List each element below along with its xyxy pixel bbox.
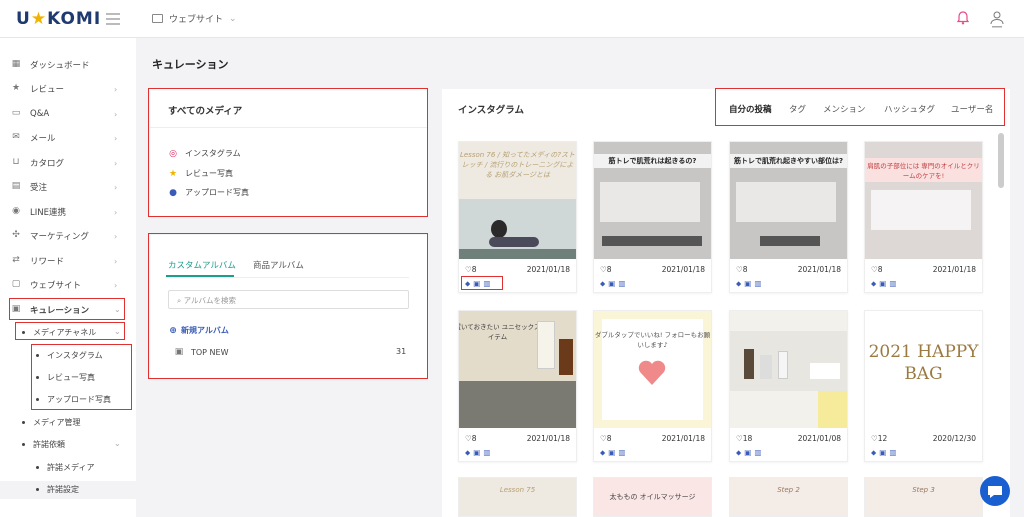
post-actions[interactable]: ⬥▣▥	[871, 448, 899, 458]
post-image: 肩肌の子部位には 専門のオイルとクリームのケアを!	[865, 142, 982, 259]
logo[interactable]: U★KOMI	[16, 9, 101, 29]
sidebar-item-dashboard[interactable]: ▦ ダッシュボード	[10, 59, 90, 71]
highlight-box	[148, 88, 428, 217]
scrollbar[interactable]	[998, 133, 1004, 188]
line-icon: ◉	[12, 206, 20, 216]
post-actions[interactable]: ⬥▣▥	[465, 448, 493, 458]
mail-icon: ✉	[12, 132, 20, 142]
sidebar-sub-permitted-media[interactable]: 許諾メディア	[36, 462, 94, 473]
instagram-panel-title: インスタグラム	[458, 105, 525, 116]
post-card[interactable]: 太ももの オイルマッサージ	[593, 477, 712, 517]
heart-icon	[638, 360, 666, 385]
chevron-right-icon: ›	[114, 208, 118, 217]
highlight-box	[31, 344, 132, 410]
post-actions[interactable]: ⬥▣▥	[600, 279, 628, 289]
highlight-box	[148, 233, 428, 379]
chevron-down-icon: ⌄	[114, 439, 121, 448]
sidebar-item-marketing[interactable]: ✣ マーケティング	[10, 230, 89, 242]
post-card[interactable]: 家に置いておきたい ユニセックスなアイテム ♡8 2021/01/18 ⬥▣▥	[458, 310, 577, 462]
star-icon: ★	[11, 83, 21, 93]
chevron-right-icon: ›	[114, 281, 118, 290]
sidebar-item-orders[interactable]: ▤ 受注	[10, 181, 47, 193]
yoga-photo	[459, 199, 576, 259]
post-card[interactable]: ♡18 2021/01/08 ⬥▣▥	[729, 310, 848, 462]
menu-toggle-icon[interactable]	[106, 13, 120, 25]
sidebar-sub-media-manage[interactable]: メディア管理	[22, 417, 80, 428]
order-icon: ▤	[11, 181, 21, 191]
post-image: ダブルタップでいいね! フォローもお願いします♪	[594, 311, 711, 428]
chevron-right-icon: ›	[114, 159, 118, 168]
post-card[interactable]: 筋トレで肌荒れ起きやすい部位は? ♡8 2021/01/18 ⬥▣▥	[729, 141, 848, 293]
chat-support-button[interactable]	[980, 476, 1010, 506]
site-selector[interactable]: ウェブサイト ⌄	[152, 12, 237, 25]
chevron-down-icon: ⌄	[229, 13, 237, 24]
dashboard-icon: ▦	[11, 59, 21, 69]
post-card[interactable]: Lesson 76 / 知ってたメディの?ストレッチ / 流行りのトレーニングに…	[458, 141, 577, 293]
post-image: 筋トレで肌荒れは起きるの?	[594, 142, 711, 259]
post-actions[interactable]: ⬥▣▥	[871, 279, 899, 289]
user-menu-icon[interactable]	[988, 9, 1006, 29]
website-icon	[152, 14, 163, 23]
post-card[interactable]: 肩肌の子部位には 専門のオイルとクリームのケアを! ♡8 2021/01/18 …	[864, 141, 983, 293]
chevron-right-icon: ›	[114, 134, 118, 143]
post-card[interactable]: Step 2	[729, 477, 848, 517]
sidebar-item-catalog[interactable]: ⊔ カタログ	[10, 157, 64, 169]
sidebar-item-website[interactable]: ▢ ウェブサイト	[10, 279, 81, 291]
cart-icon: ⊔	[12, 157, 20, 167]
post-image: 筋トレで肌荒れ起きやすい部位は?	[730, 142, 847, 259]
post-card[interactable]: 2021 HAPPY BAG ♡12 2020/12/30 ⬥▣▥	[864, 310, 983, 462]
post-actions[interactable]: ⬥▣▥	[736, 448, 764, 458]
chevron-right-icon: ›	[114, 110, 118, 119]
sidebar-item-reward[interactable]: ⇄ リワード	[10, 255, 64, 267]
post-image: Lesson 76 / 知ってたメディの?ストレッチ / 流行りのトレーニングに…	[459, 142, 576, 259]
post-actions[interactable]: ⬥▣▥	[736, 279, 764, 289]
highlight-box	[15, 322, 125, 340]
page-title: キュレーション	[152, 58, 229, 71]
top-bar: U★KOMI ウェブサイト ⌄	[0, 0, 1024, 38]
post-image	[730, 311, 847, 428]
chevron-right-icon: ›	[114, 257, 118, 266]
sidebar-item-mail[interactable]: ✉ メール	[10, 132, 55, 144]
post-card[interactable]: Lesson 75	[458, 477, 577, 517]
post-image: 2021 HAPPY BAG	[865, 311, 982, 428]
chevron-right-icon: ›	[114, 183, 118, 192]
chevron-right-icon: ›	[114, 85, 118, 94]
sidebar-item-qa[interactable]: ▭ Q&A	[10, 108, 49, 120]
highlight-box	[715, 88, 1005, 126]
chevron-right-icon: ›	[114, 232, 118, 241]
chat-icon: ▭	[11, 108, 21, 118]
highlight-box	[461, 276, 503, 290]
bell-icon[interactable]	[956, 11, 970, 25]
website-icon: ▢	[11, 279, 21, 289]
highlight-box	[9, 298, 125, 320]
post-card[interactable]: Step 3	[864, 477, 983, 517]
sidebar-item-line[interactable]: ◉ LINE連携	[10, 206, 66, 218]
post-card[interactable]: 筋トレで肌荒れは起きるの? ♡8 2021/01/18 ⬥▣▥	[593, 141, 712, 293]
post-card[interactable]: ダブルタップでいいね! フォローもお願いします♪ ♡8 2021/01/18 ⬥…	[593, 310, 712, 462]
sidebar-item-review[interactable]: ★ レビュー	[10, 83, 64, 95]
sidebar-sub-permission-settings[interactable]: 許諾設定	[36, 484, 79, 495]
chat-icon	[988, 486, 1002, 498]
post-image: 家に置いておきたい ユニセックスなアイテム	[459, 311, 576, 428]
reward-icon: ⇄	[12, 255, 20, 265]
sidebar-sub-permission[interactable]: 許諾依頼	[22, 439, 65, 450]
post-actions[interactable]: ⬥▣▥	[600, 448, 628, 458]
marketing-icon: ✣	[12, 230, 20, 240]
